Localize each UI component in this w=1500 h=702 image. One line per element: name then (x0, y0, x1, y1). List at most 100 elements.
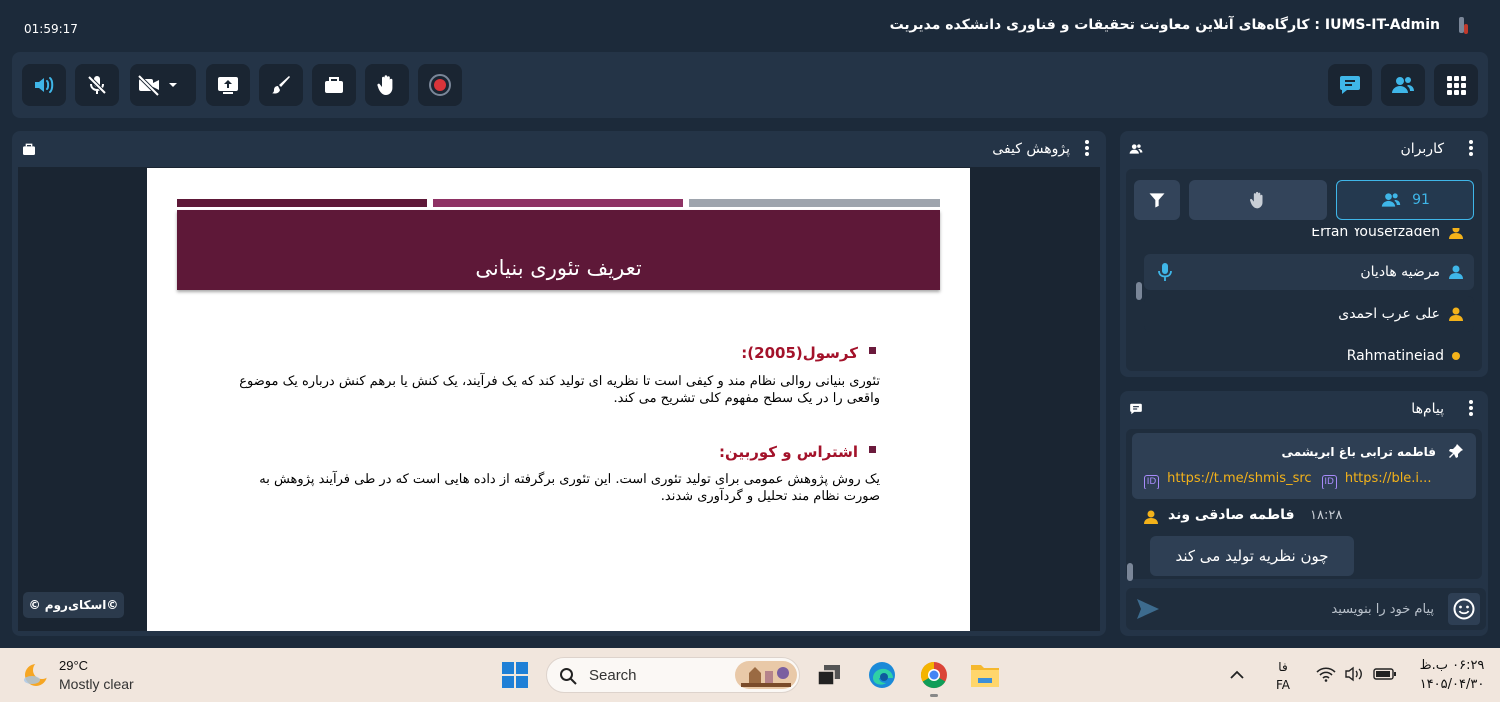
presentation-title: پژوهش کیفی (992, 141, 1070, 157)
pinned-links: ID https://t.me/shmis_src ID https://ble… (1144, 471, 1470, 489)
app-logo-icon (1459, 17, 1468, 34)
message-input[interactable] (1170, 596, 1434, 622)
language-code: FA (1275, 678, 1290, 692)
files-button[interactable] (312, 64, 356, 106)
user-name: Rahmatinejad (1346, 348, 1444, 360)
taskbar-search[interactable]: Search (546, 657, 800, 693)
apps-grid-icon (1447, 76, 1466, 95)
speaker-icon (35, 77, 54, 93)
clock[interactable]: ۰۶:۲۹ ب.ظ ۱۴۰۵/۰۴/۳۰ (1410, 656, 1494, 694)
search-icon (560, 668, 577, 685)
id-badge-icon: ID (1144, 475, 1159, 489)
top-bar: 01:59:17 IUMS-IT-Admin : کارگاه‌های آنلا… (0, 0, 1500, 52)
user-name: مرضیه هادیان (1360, 264, 1440, 280)
user-icon (1449, 265, 1463, 279)
chat-toggle-button[interactable] (1328, 64, 1372, 106)
message-time: ۱۸:۲۸ (1310, 508, 1343, 523)
raise-hand-button[interactable] (365, 64, 409, 106)
session-timer: 01:59:17 (24, 22, 78, 36)
camera-button[interactable] (130, 64, 196, 106)
slide-section-head: اشتراس و کوربین: (719, 443, 858, 461)
chrome-browser-icon[interactable] (919, 660, 949, 690)
speaker-button[interactable] (22, 64, 66, 106)
users-menu-button[interactable] (1466, 139, 1476, 157)
chrome-running-indicator (930, 694, 938, 697)
slide-section-head: کرسول(2005): (741, 344, 858, 362)
all-users-tab[interactable]: 91 (1336, 180, 1474, 220)
filter-button[interactable] (1134, 180, 1180, 220)
presentation-menu-button[interactable] (1082, 139, 1092, 157)
main-toolbar (12, 52, 1488, 118)
room-title: IUMS-IT-Admin : کارگاه‌های آنلاین معاونت… (889, 17, 1440, 33)
user-count: 91 (1412, 192, 1430, 208)
user-icon (1449, 307, 1463, 321)
slide-accent-bar (177, 199, 427, 207)
slide-section-body: تئوری بنیانی روالی نظام مند و کیفی است ت… (239, 374, 880, 406)
raise-hand-icon (377, 75, 393, 95)
whiteboard-button[interactable] (259, 64, 303, 106)
file-explorer-icon[interactable] (970, 661, 1000, 689)
emoji-button[interactable] (1448, 593, 1480, 625)
windows-start-icon[interactable] (501, 661, 529, 689)
mic-button[interactable] (75, 64, 119, 106)
messages-scrollbar[interactable] (1127, 563, 1133, 581)
wifi-icon[interactable] (1316, 666, 1336, 682)
share-screen-button[interactable] (206, 64, 250, 106)
raise-hand-icon (1249, 191, 1263, 209)
language-indicator[interactable]: فا FA (1268, 658, 1298, 694)
user-row[interactable]: مرضیه هادیان (1144, 254, 1474, 290)
mic-off-icon (87, 75, 107, 95)
bullet-icon (869, 347, 876, 354)
slide-heading: تعریف تئوری بنیانی (475, 256, 642, 280)
message-author: فاطمه صادقی وند (1168, 507, 1295, 523)
language-native: فا (1278, 660, 1288, 674)
user-row[interactable]: Rahmatinejad (1144, 338, 1474, 360)
task-view-icon[interactable] (816, 663, 842, 687)
bullet-icon (869, 446, 876, 453)
users-list: Erfan Yousefzadeh مرضیه هادیان علی عرب ا… (1137, 228, 1477, 360)
record-icon (429, 74, 451, 96)
weather-moon-icon[interactable] (22, 660, 52, 690)
emoji-icon (1453, 598, 1475, 620)
message-text: چون نظریه تولید می کند (1175, 547, 1329, 565)
send-icon[interactable] (1136, 598, 1160, 620)
apps-button[interactable] (1434, 64, 1478, 106)
mic-icon (1158, 263, 1172, 281)
pinned-link[interactable]: https://ble.i... (1345, 471, 1432, 486)
chevron-down-icon (169, 83, 177, 87)
pinned-message[interactable]: فاطمه ترابی باغ ابریشمی ID https://t.me/… (1132, 433, 1476, 499)
user-icon (1144, 510, 1158, 524)
users-toggle-button[interactable] (1381, 64, 1425, 106)
windows-taskbar: 29°C Mostly clear Search فا FA ۰۶:۲۹ ب.ظ… (0, 648, 1500, 702)
users-icon (1381, 193, 1401, 207)
whiteboard-icon (272, 76, 290, 94)
user-row[interactable]: علی عرب احمدی (1144, 296, 1474, 332)
user-name: علی عرب احمدی (1338, 306, 1440, 322)
weather-temp[interactable]: 29°C (59, 658, 88, 673)
users-scrollbar[interactable] (1136, 282, 1142, 300)
messages-menu-button[interactable] (1466, 399, 1476, 417)
slide-section-body: یک روش پژوهش عمومی برای تولید تئوری است.… (259, 472, 880, 504)
pinned-link[interactable]: https://t.me/shmis_src (1167, 471, 1311, 486)
raised-hands-tab[interactable] (1189, 180, 1327, 220)
filter-icon (1149, 193, 1165, 208)
files-icon (23, 143, 35, 155)
volume-icon[interactable] (1344, 666, 1364, 682)
user-name: Erfan Yousefzadeh (1311, 228, 1440, 240)
messages-panel-title: پیام‌ها (1411, 401, 1444, 417)
user-icon (1449, 228, 1463, 239)
battery-icon[interactable] (1373, 668, 1397, 680)
users-icon (1129, 144, 1143, 154)
users-panel-title: کاربران (1400, 141, 1444, 157)
id-badge-icon: ID (1321, 475, 1337, 489)
files-icon (325, 77, 343, 93)
chevron-up-icon[interactable] (1229, 668, 1245, 680)
user-row[interactable]: Erfan Yousefzadeh (1144, 228, 1474, 250)
chat-icon (1130, 403, 1142, 415)
users-icon (1392, 77, 1414, 93)
edge-browser-icon[interactable] (867, 660, 897, 690)
message-bubble: چون نظریه تولید می کند (1150, 536, 1354, 576)
record-button[interactable] (418, 64, 462, 106)
share-screen-icon (218, 77, 238, 94)
weather-desc[interactable]: Mostly clear (59, 676, 134, 692)
